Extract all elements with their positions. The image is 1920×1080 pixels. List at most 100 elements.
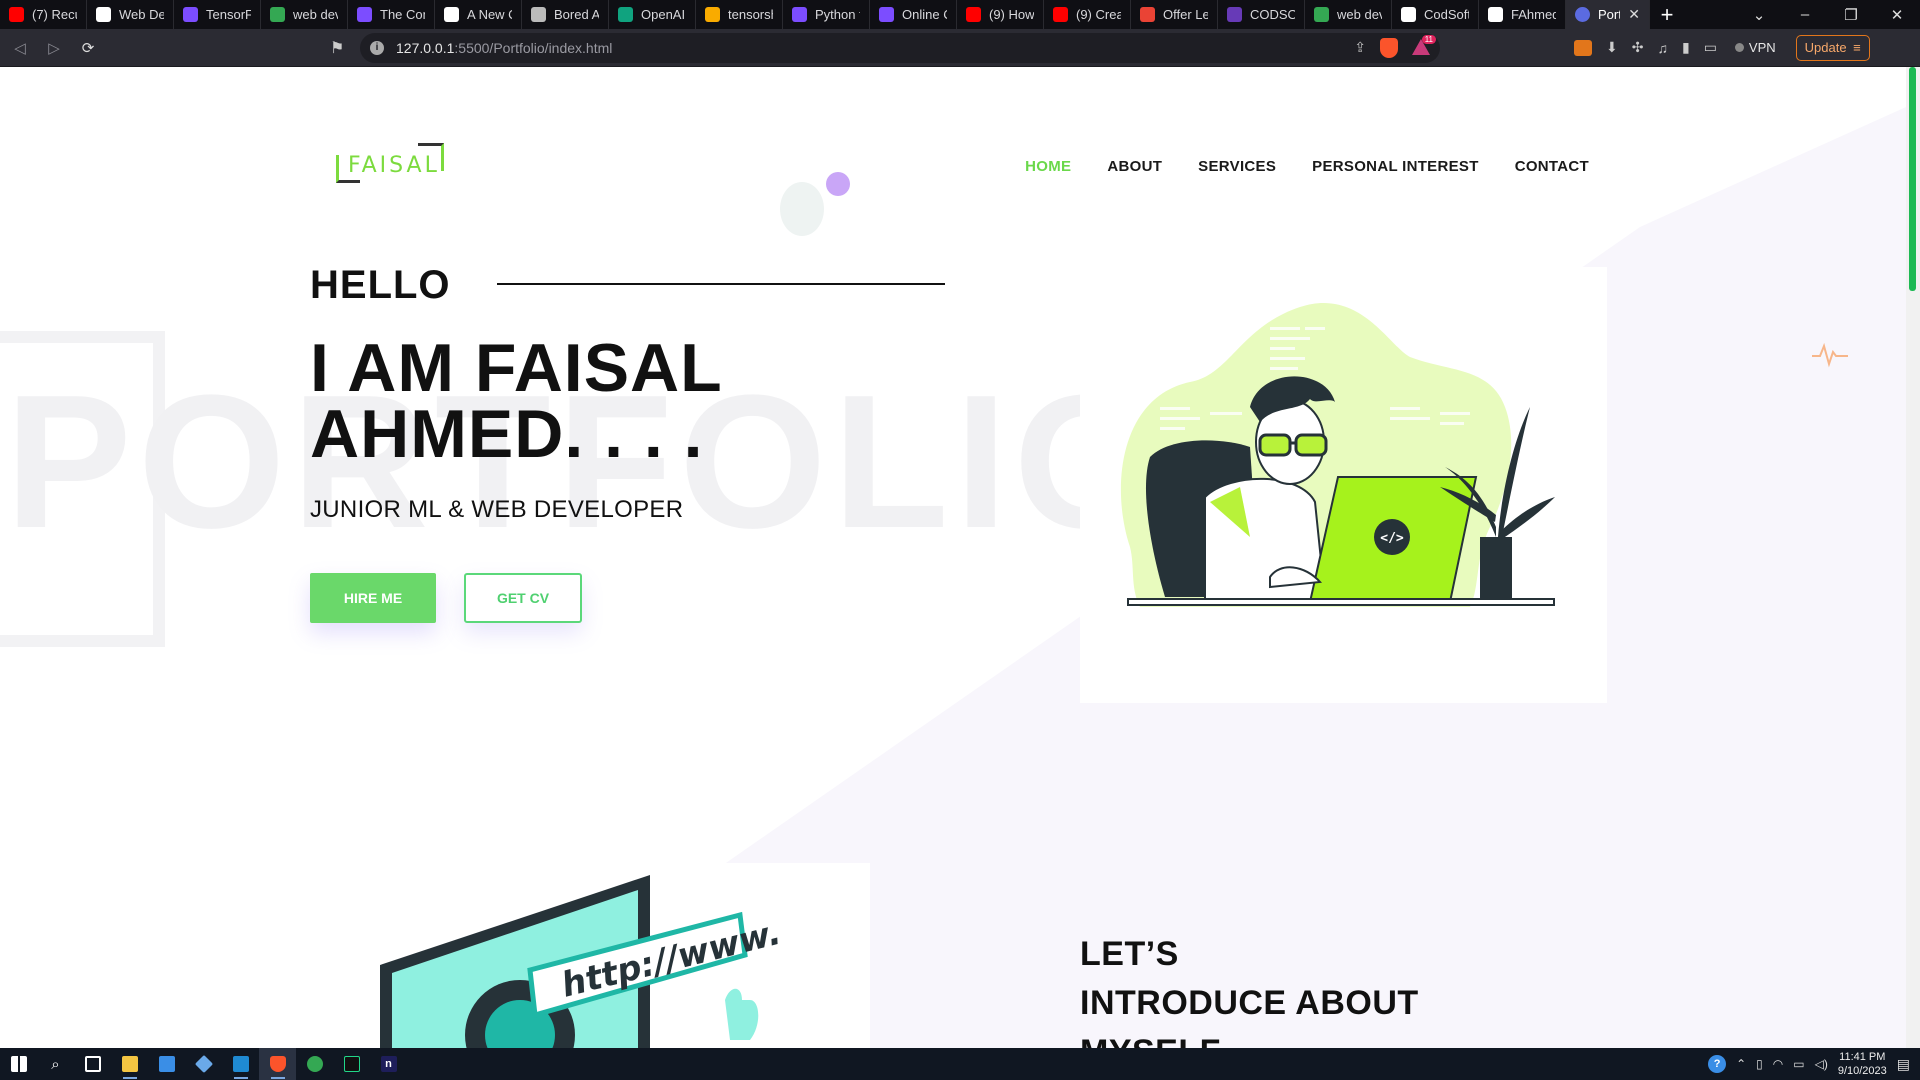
hero-subtitle: JUNIOR ML & WEB DEVELOPER (310, 496, 684, 523)
windows-taskbar: ⌕ n ? ⌃ ▯ ◠ ▭ ◁) 11:41 PM 9/10/2023 ▤ (0, 1048, 1920, 1080)
browser-tab[interactable]: (9) How t (957, 0, 1044, 29)
browser-tab[interactable]: tensorsh (696, 0, 783, 29)
browser-tab[interactable]: TensorFlo (174, 0, 261, 29)
bookmark-icon[interactable]: ⚑ (330, 38, 350, 58)
wifi-icon[interactable]: ◠ (1773, 1057, 1783, 1071)
nav-home[interactable]: HOME (1025, 158, 1071, 175)
tab-title: Portfo (1598, 7, 1620, 22)
virtualbox-icon[interactable] (185, 1048, 222, 1080)
metamask-extension-icon[interactable] (1574, 39, 1592, 56)
brave-icon[interactable] (259, 1048, 296, 1080)
reload-button[interactable]: ⟳ (74, 34, 102, 62)
youtube-icon (1053, 7, 1068, 22)
nav-contact[interactable]: CONTACT (1515, 158, 1589, 175)
tab-title: TensorFlo (206, 7, 251, 22)
browser-tab[interactable]: (9) Creati (1044, 0, 1131, 29)
browser-tab-active[interactable]: Portfo ✕ (1566, 0, 1650, 29)
mail-icon[interactable] (148, 1048, 185, 1080)
url-host: 127.0.0.1 (396, 39, 455, 56)
browser-tab[interactable]: CODSOF (1218, 0, 1305, 29)
new-tab-button[interactable]: + (1650, 0, 1684, 29)
tray-overflow-chevron-icon[interactable]: ⌃ (1736, 1057, 1746, 1071)
browser-tab[interactable]: CodSoft (1392, 0, 1479, 29)
help-icon[interactable]: ? (1708, 1055, 1727, 1073)
browser-tab[interactable]: A New Ch (435, 0, 522, 29)
browser-toolbar: ◁ ▷ ⟳ ⚑ i 127.0.0.1:5500/Portfolio/index… (0, 29, 1920, 67)
page-viewport: PORTFOLIO FAISAL HOME ABOUT SERVICES PER… (0, 67, 1920, 1048)
tab-title: Python fo (815, 7, 860, 22)
localhost-icon (1575, 7, 1590, 22)
search-icon[interactable]: ⌕ (37, 1048, 74, 1080)
browser-tab[interactable]: Online Co (870, 0, 957, 29)
battery-icon[interactable]: ▭ (1793, 1057, 1804, 1071)
nav-services[interactable]: SERVICES (1198, 158, 1276, 175)
main-navigation: HOME ABOUT SERVICES PERSONAL INTEREST CO… (1025, 158, 1589, 175)
task-view-icon[interactable] (74, 1048, 111, 1080)
globe-icon (531, 7, 546, 22)
pycharm-icon[interactable] (333, 1048, 370, 1080)
nav-personal-interest[interactable]: PERSONAL INTEREST (1312, 158, 1479, 175)
device-icon[interactable]: ▯ (1756, 1057, 1763, 1071)
address-bar[interactable]: i 127.0.0.1:5500/Portfolio/index.html ⇪ … (360, 32, 1440, 63)
logo-text: FAISAL (348, 153, 440, 178)
pulse-decoration-icon (1812, 342, 1848, 368)
browser-tab[interactable]: FAhmed (1479, 0, 1566, 29)
site-logo[interactable]: FAISAL (334, 141, 446, 189)
url-text[interactable]: 127.0.0.1:5500/Portfolio/index.html (396, 40, 612, 56)
media-control-icon[interactable]: ♫ (1657, 40, 1668, 56)
browser-tab[interactable]: (7) Recurr (0, 0, 87, 29)
brave-shields-icon[interactable] (1380, 37, 1398, 58)
restore-button[interactable]: ❐ (1828, 6, 1874, 24)
browser-tab[interactable]: OpenAI V (609, 0, 696, 29)
youtube-icon (9, 7, 24, 22)
close-window-button[interactable]: ✕ (1874, 6, 1920, 24)
vpn-button[interactable]: VPN (1734, 40, 1776, 55)
tab-list-chevron-icon[interactable]: ⌄ (1736, 6, 1782, 24)
share-icon[interactable]: ⇪ (1354, 39, 1366, 56)
browser-tab[interactable]: Web Dev (87, 0, 174, 29)
forward-button[interactable]: ▷ (40, 34, 68, 62)
gmail-icon (1140, 7, 1155, 22)
hire-me-button[interactable]: HIRE ME (310, 573, 436, 623)
browser-tab[interactable]: Python fo (783, 0, 870, 29)
browser-tab[interactable]: web dev (1305, 0, 1392, 29)
browser-tab[interactable]: web dev (261, 0, 348, 29)
file-explorer-icon[interactable] (111, 1048, 148, 1080)
page-scrollbar[interactable] (1906, 67, 1920, 1048)
notifications-icon[interactable]: ▤ (1897, 1056, 1910, 1073)
clock-date: 9/10/2023 (1837, 1065, 1887, 1077)
about-heading-line-1: LET’S (1080, 935, 1179, 973)
tab-title: web dev (1337, 7, 1382, 22)
sidebar-toggle-icon[interactable]: ▮ (1682, 39, 1690, 56)
site-info-icon[interactable]: i (370, 40, 384, 55)
colab-icon (705, 7, 720, 22)
browser-tab[interactable]: The Comp (348, 0, 435, 29)
browser-tab[interactable]: Offer Lett (1131, 0, 1218, 29)
web-browser-illustration: http://www. (380, 875, 785, 1048)
brave-rewards-icon[interactable]: 11 (1412, 34, 1436, 57)
minimize-button[interactable]: – (1782, 6, 1828, 23)
developer-illustration: </> (1120, 302, 1555, 607)
extensions-puzzle-icon[interactable]: ✣ (1632, 39, 1644, 56)
about-heading-line-2: INTRODUCE ABOUT (1080, 984, 1419, 1022)
menu-hamburger-icon: ≡ (1853, 40, 1861, 55)
medium-icon (96, 7, 111, 22)
volume-icon[interactable]: ◁) (1815, 1057, 1828, 1071)
back-button[interactable]: ◁ (6, 34, 34, 62)
scrollbar-thumb[interactable] (1909, 67, 1916, 291)
vscode-icon[interactable] (222, 1048, 259, 1080)
chrome-icon[interactable] (296, 1048, 333, 1080)
update-button[interactable]: Update ≡ (1795, 34, 1870, 61)
tab-title: Offer Lett (1163, 7, 1208, 22)
wallet-icon[interactable]: ▭ (1704, 39, 1717, 56)
windows-start-icon[interactable] (0, 1048, 37, 1080)
get-cv-button[interactable]: GET CV (464, 573, 582, 623)
close-tab-icon[interactable]: ✕ (1628, 6, 1640, 23)
github-icon (1401, 7, 1416, 22)
url-path: :5500/Portfolio/index.html (454, 39, 613, 56)
notion-icon[interactable]: n (370, 1048, 407, 1080)
system-clock[interactable]: 11:41 PM 9/10/2023 (1838, 1050, 1887, 1078)
browser-tab[interactable]: Bored AP (522, 0, 609, 29)
download-extension-icon[interactable]: ⬇ (1606, 39, 1618, 56)
nav-about[interactable]: ABOUT (1107, 158, 1162, 175)
